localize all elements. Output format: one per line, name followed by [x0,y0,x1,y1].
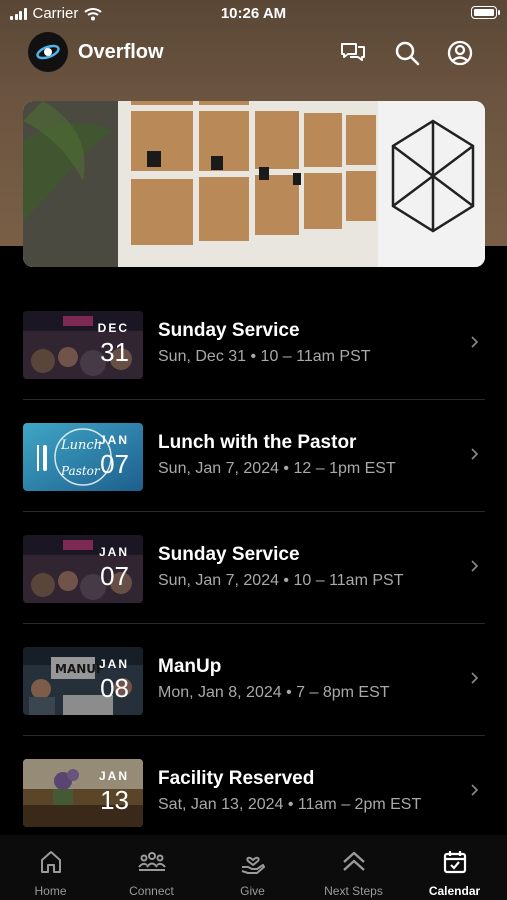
event-thumbnail: JAN 07 [23,535,143,603]
tab-bar: Home Connect Give Next Steps Calendar [0,835,507,900]
tab-label: Next Steps [324,884,383,898]
tab-give[interactable]: Give [202,835,303,900]
tab-label: Calendar [428,884,481,898]
search-icon[interactable] [392,38,422,68]
event-day: 31 [100,337,129,367]
chevron-right-icon [471,560,479,572]
chat-icon[interactable] [338,38,368,68]
event-day: 13 [100,785,129,815]
event-subtitle: Sun, Dec 31 • 10 – 11am PST [158,348,371,365]
home-icon [41,851,61,873]
event-row[interactable]: JAN 13 Facility Reserved Sat, Jan 13, 20… [23,736,485,848]
tab-calendar[interactable]: Calendar [404,835,505,900]
event-thumbnail: Lunch Pastor JAN 07 [23,423,143,491]
tab-connect[interactable]: Connect [101,835,202,900]
event-month: JAN [98,769,129,783]
chevron-right-icon [471,784,479,796]
status-bar: Carrier 10:26 AM [0,0,507,28]
tab-next-steps[interactable]: Next Steps [303,835,404,900]
event-subtitle: Sun, Jan 7, 2024 • 10 – 11am PST [158,572,404,589]
event-title: Facility Reserved [158,768,315,789]
event-thumbnail: JAN 13 [23,759,143,827]
logo-icon [36,44,60,60]
event-row[interactable]: JAN 07 Sunday Service Sun, Jan 7, 2024 •… [23,512,485,624]
event-month: JAN [98,657,129,671]
tab-label: Give [240,884,265,898]
tab-label: Connect [129,884,174,898]
event-day: 07 [100,561,129,591]
chevron-right-icon [471,448,479,460]
event-title: Lunch with the Pastor [158,432,357,453]
thumb-text-lunch: Lunch [60,438,102,453]
event-thumbnail: MANUP JAN 08 [23,647,143,715]
event-title: ManUp [158,656,222,677]
app-logo[interactable] [28,32,68,72]
event-list: DEC 31 Sunday Service Sun, Dec 31 • 10 –… [23,288,485,848]
battery-icon [471,6,500,19]
clock: 10:26 AM [220,5,287,22]
event-subtitle: Mon, Jan 8, 2024 • 7 – 8pm EST [158,684,390,701]
chevron-right-icon [471,336,479,348]
give-hand-icon [241,856,265,874]
tab-label: Home [34,884,67,898]
event-month: JAN [98,545,129,559]
people-icon [138,852,166,871]
chevrons-up-icon [343,851,365,871]
tab-home[interactable]: Home [0,835,101,900]
event-month: JAN [98,433,129,447]
profile-icon[interactable] [445,38,475,68]
event-subtitle: Sat, Jan 13, 2024 • 11am – 2pm EST [158,796,422,813]
event-subtitle: Sun, Jan 7, 2024 • 12 – 1pm EST [158,460,396,477]
event-month: DEC [97,321,129,335]
calendar-icon [443,851,467,874]
event-day: 07 [100,449,129,479]
mailboxes-photo [23,101,485,267]
event-title: Sunday Service [158,320,300,341]
thumb-text-pastor: Pastor [60,464,101,478]
event-row[interactable]: DEC 31 Sunday Service Sun, Dec 31 • 10 –… [23,288,485,400]
event-day: 08 [100,673,129,703]
hero-image[interactable] [23,101,485,267]
event-title: Sunday Service [158,544,300,565]
event-row[interactable]: Lunch Pastor JAN 07 Lunch with the Pastor… [23,400,485,512]
app-title: Overflow [78,41,164,63]
app-header: Overflow [0,30,507,76]
chevron-right-icon [471,672,479,684]
event-thumbnail: DEC 31 [23,311,143,379]
event-row[interactable]: MANUP JAN 08 ManUp Mon, Jan 8, 2024 • 7 … [23,624,485,736]
